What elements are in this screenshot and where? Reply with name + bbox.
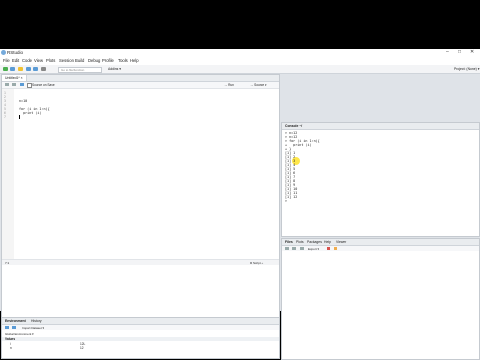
tab-environment[interactable]: Environment xyxy=(5,319,26,323)
run-button[interactable]: → Run xyxy=(224,83,234,87)
open-file-icon[interactable] xyxy=(18,67,23,71)
console-header: Console ~/ xyxy=(282,123,479,130)
rstudio-window: RStudio – □ ✕ File Edit Code View Plots … xyxy=(0,49,480,360)
source-editor-pane: Untitled1* × Source on Save → Run → Sour… xyxy=(1,74,280,318)
environment-scope-bar: Global Environment ▾ xyxy=(2,331,279,336)
console-output[interactable]: > n=12 > n=12 > for (i in 1:n){ + print … xyxy=(282,130,479,235)
code-area[interactable]: n=10 for (i in 1:n){ print (i) xyxy=(2,89,279,259)
minimize-button[interactable]: – xyxy=(446,49,449,55)
project-menu[interactable]: Project: (None) ▾ xyxy=(454,67,479,71)
menu-code[interactable]: Code xyxy=(22,58,32,63)
values-label: Values xyxy=(5,337,16,341)
tab-packages[interactable]: Packages xyxy=(307,240,322,244)
menu-help[interactable]: Help xyxy=(130,58,139,63)
tab-untitled1[interactable]: Untitled1* × xyxy=(2,75,27,81)
new-file-icon[interactable] xyxy=(3,67,8,71)
menu-tools[interactable]: Tools xyxy=(118,58,128,63)
menu-profile[interactable]: Profile xyxy=(102,58,114,63)
load-workspace-icon[interactable] xyxy=(5,326,9,329)
files-pane: Files Plots Packages Help Viewer Export … xyxy=(281,238,480,360)
save-all-icon[interactable] xyxy=(33,67,38,71)
menu-build[interactable]: Build xyxy=(75,58,84,63)
menu-file[interactable]: File xyxy=(3,58,10,63)
main-toolbar: Go to file/function Addins ▾ Project: (N… xyxy=(0,65,480,74)
editor-toolbar: Source on Save → Run → Source ▾ xyxy=(2,82,279,89)
values-section-header: Values xyxy=(2,337,279,341)
addins-menu[interactable]: Addins ▾ xyxy=(108,67,121,71)
files-tab-bar: Files Plots Packages Help Viewer xyxy=(282,239,479,246)
go-to-file-input[interactable]: Go to file/function xyxy=(58,67,102,73)
maximize-button[interactable]: □ xyxy=(458,49,461,55)
tab-history[interactable]: History xyxy=(31,319,42,323)
clear-all-icon[interactable] xyxy=(334,247,337,250)
import-dataset-menu[interactable]: Import Dataset ▾ xyxy=(22,326,44,330)
forward-icon[interactable] xyxy=(12,83,16,86)
console-title: Console ~/ xyxy=(285,124,303,128)
zoom-icon[interactable] xyxy=(300,247,304,250)
editor-status-bar: 7:1 R Script ÷ xyxy=(2,259,279,265)
variable-value: 12 xyxy=(80,346,84,350)
menu-session[interactable]: Session xyxy=(59,58,74,63)
rstudio-logo-icon xyxy=(1,50,6,55)
code-line: print (i) xyxy=(19,111,42,115)
tab-files[interactable]: Files xyxy=(285,240,293,244)
scope-select[interactable]: Global Environment ▾ xyxy=(5,332,34,336)
print-icon[interactable] xyxy=(41,67,46,71)
back-icon[interactable] xyxy=(285,247,289,250)
variable-name: n xyxy=(10,346,12,350)
file-type-menu[interactable]: R Script ÷ xyxy=(250,261,263,265)
menu-edit[interactable]: Edit xyxy=(12,58,19,63)
save-workspace-icon[interactable] xyxy=(12,326,16,329)
menu-bar: File Edit Code View Plots Session Build … xyxy=(0,57,480,65)
environment-tab-bar: Environment History xyxy=(2,318,279,325)
text-cursor xyxy=(19,115,20,119)
code-line: n=10 xyxy=(19,99,28,103)
environment-toolbar: Import Dataset ▾ xyxy=(2,325,279,330)
forward-icon[interactable] xyxy=(292,247,296,250)
close-button[interactable]: ✕ xyxy=(470,49,474,55)
export-menu[interactable]: Export ▾ xyxy=(308,247,319,251)
remove-plot-icon[interactable] xyxy=(327,247,330,250)
tab-plots[interactable]: Plots xyxy=(296,240,304,244)
tab-viewer[interactable]: Viewer xyxy=(336,240,346,244)
menu-view[interactable]: View xyxy=(34,58,43,63)
table-row[interactable]: n 12 xyxy=(2,346,279,350)
plots-toolbar: Export ▾ xyxy=(282,246,479,251)
window-title: RStudio xyxy=(7,50,24,55)
console-pane: Console ~/ > n=12 > n=12 > for (i in 1:n… xyxy=(281,122,480,237)
editor-tab-bar: Untitled1* × xyxy=(2,75,279,82)
menu-plots[interactable]: Plots xyxy=(46,58,55,63)
menu-debug[interactable]: Debug xyxy=(88,58,100,63)
new-project-icon[interactable] xyxy=(10,67,15,71)
cursor-position: 7:1 xyxy=(5,261,10,265)
save-icon[interactable] xyxy=(20,83,24,86)
console-prompt: > xyxy=(285,199,288,203)
title-bar: RStudio – □ ✕ xyxy=(0,49,480,57)
tab-help[interactable]: Help xyxy=(324,240,331,244)
back-icon[interactable] xyxy=(5,83,9,86)
save-icon[interactable] xyxy=(26,67,31,71)
source-button[interactable]: → Source ▾ xyxy=(250,83,267,87)
environment-pane: Environment History Import Dataset ▾ Glo… xyxy=(1,317,280,359)
source-on-save-label: Source on Save xyxy=(32,83,55,87)
